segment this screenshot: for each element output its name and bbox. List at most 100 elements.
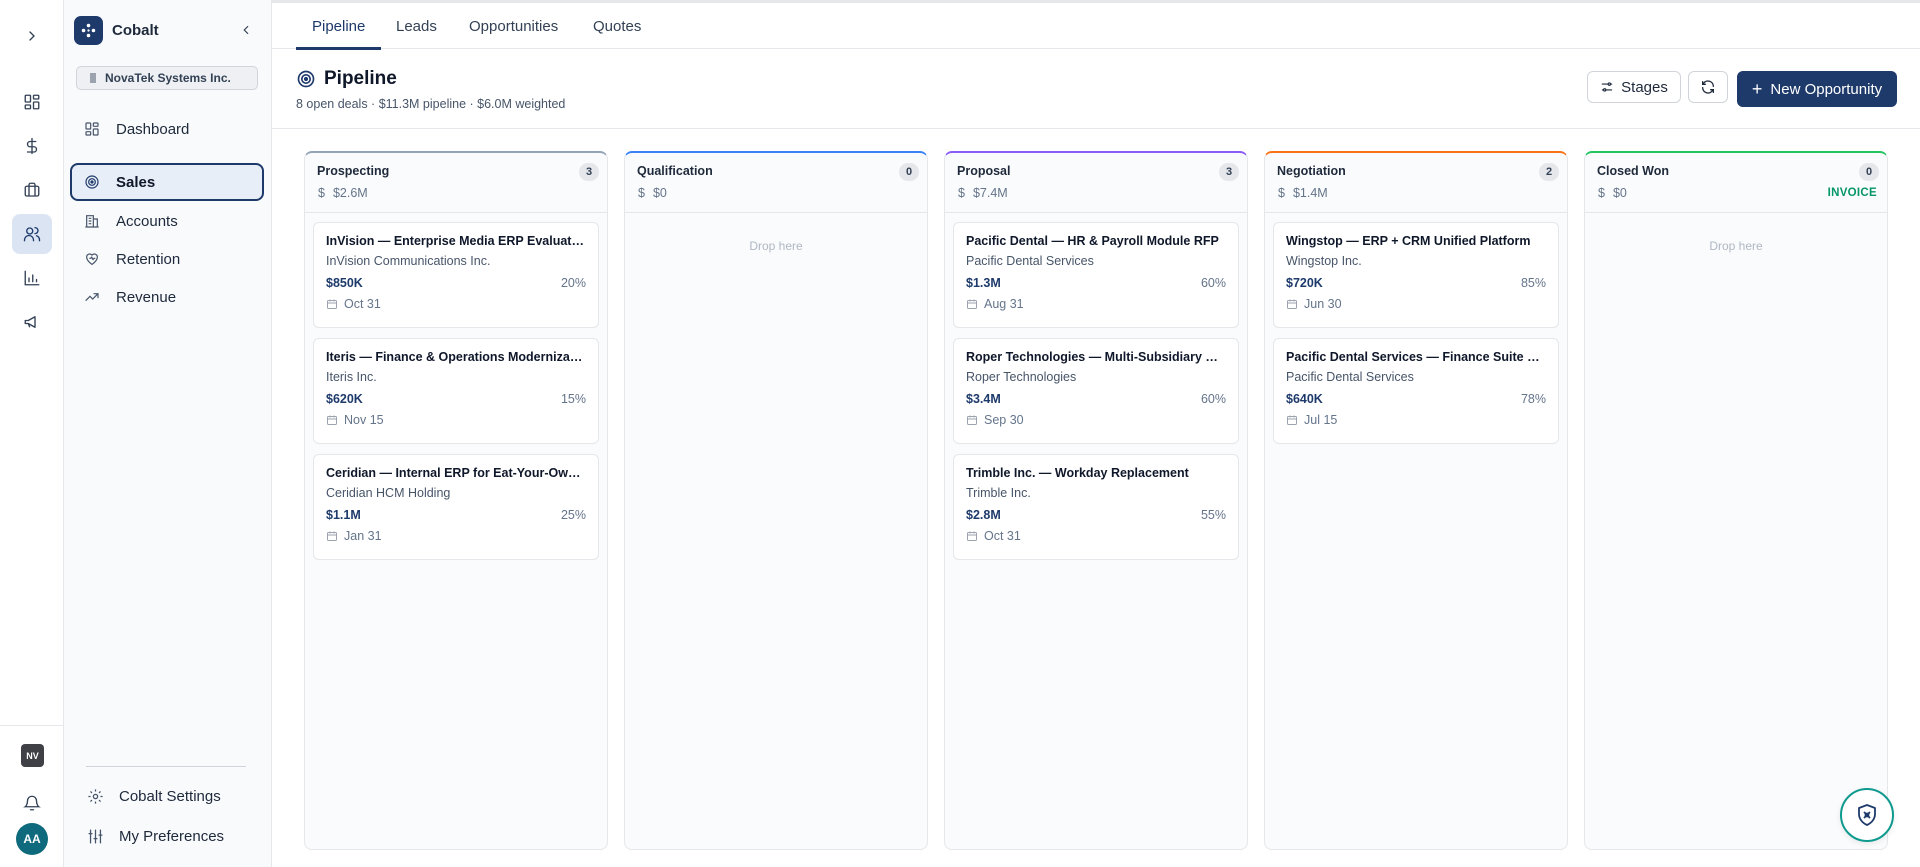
deal-close-date: Oct 31 [344, 297, 381, 311]
workspace-badge[interactable]: NV [21, 744, 44, 767]
column-amount-value: $7.4M [972, 186, 1008, 200]
column-header: Proposal 3 $ $7.4M [945, 153, 1247, 213]
deal-card[interactable]: Pacific Dental — HR & Payroll Module RFP… [953, 222, 1239, 328]
deal-title: InVision — Enterprise Media ERP Evaluati… [326, 234, 586, 248]
column-title: Proposal [957, 164, 1011, 178]
column-amount: $ $0 [1598, 186, 1627, 200]
tab-leads[interactable]: Leads [396, 3, 437, 49]
deal-card[interactable]: Ceridian — Internal ERP for Eat-Your-Own… [313, 454, 599, 560]
column-count-badge: 0 [899, 163, 919, 181]
brand[interactable]: Cobalt [74, 16, 159, 45]
plus-icon: + [1751, 79, 1763, 99]
column-amount: $ $7.4M [958, 186, 1008, 200]
deal-title: Pacific Dental Services — Finance Suite … [1286, 350, 1546, 364]
column-count-badge: 2 [1539, 163, 1559, 181]
my-preferences-label: My Preferences [119, 827, 225, 845]
tab-bar: Pipeline Leads Opportunities Quotes [272, 3, 1920, 50]
sidebar-item-retention[interactable]: Retention [70, 240, 264, 278]
column-title: Prospecting [317, 164, 390, 178]
sidebar-item-dashboard[interactable]: Dashboard [70, 110, 264, 148]
rail-dollar-icon[interactable] [12, 126, 52, 166]
deal-title: Pacific Dental — HR & Payroll Module RFP [966, 234, 1219, 248]
my-preferences-link[interactable]: My Preferences [86, 827, 224, 845]
column-amount: $ $0 [638, 186, 667, 200]
sidebar-item-label: Sales [116, 173, 156, 191]
column-title: Qualification [637, 164, 713, 178]
gear-icon [86, 787, 104, 805]
deal-amount: $1.1M [326, 508, 361, 522]
column-amount: $ $1.4M [1278, 186, 1328, 200]
dashboard-icon [83, 120, 101, 138]
deal-company: Pacific Dental Services [966, 254, 1094, 268]
deal-close-date: Nov 15 [344, 413, 384, 427]
user-avatar[interactable]: AA [16, 823, 48, 855]
tab-opportunities[interactable]: Opportunities [469, 3, 558, 49]
deal-company: Ceridian HCM Holding [326, 486, 451, 500]
deal-probability: 60% [1200, 276, 1226, 290]
deal-probability: 60% [1200, 392, 1226, 406]
deal-card[interactable]: Pacific Dental Services — Finance Suite … [1273, 338, 1559, 444]
column-title: Negotiation [1277, 164, 1346, 178]
assistant-shield-button[interactable] [1840, 788, 1894, 842]
secondary-sidebar: Cobalt NovaTek Systems Inc. Dashboard Sa… [64, 0, 272, 867]
deal-close-date: Sep 30 [984, 413, 1024, 427]
dollar-icon: $ [638, 186, 645, 200]
deal-card[interactable]: Roper Technologies — Multi-Subsidiary ER… [953, 338, 1239, 444]
rail-dashboard-grid-icon[interactable] [12, 82, 52, 122]
org-selector[interactable]: NovaTek Systems Inc. [76, 66, 258, 90]
deal-close-date: Oct 31 [984, 529, 1021, 543]
deal-title: Ceridian — Internal ERP for Eat-Your-Own… [326, 466, 586, 480]
rail-bar-chart-icon[interactable] [12, 258, 52, 298]
cobalt-settings-link[interactable]: Cobalt Settings [86, 787, 221, 805]
trending-up-icon [83, 288, 101, 306]
rail-users-icon[interactable] [12, 214, 52, 254]
sidebar-item-revenue[interactable]: Revenue [70, 278, 264, 316]
deal-probability: 55% [1200, 508, 1226, 522]
deal-probability: 78% [1520, 392, 1546, 406]
column-title: Closed Won [1597, 164, 1669, 178]
calendar-icon [966, 298, 978, 310]
expand-chevron-icon[interactable] [18, 22, 46, 50]
deal-close-date: Jul 15 [1304, 413, 1338, 427]
sidebar-item-label: Revenue [116, 288, 177, 306]
collapse-sidebar-icon[interactable] [236, 20, 256, 40]
deal-title: Roper Technologies — Multi-Subsidiary ER… [966, 350, 1226, 364]
dollar-icon: $ [1598, 186, 1605, 200]
refresh-button[interactable] [1688, 71, 1728, 103]
deal-card[interactable]: InVision — Enterprise Media ERP Evaluati… [313, 222, 599, 328]
deal-probability: 20% [560, 276, 586, 290]
rail-megaphone-icon[interactable] [12, 302, 52, 342]
deal-amount: $3.4M [966, 392, 1001, 406]
deal-card[interactable]: Trimble Inc. — Workday Replacement Trimb… [953, 454, 1239, 560]
new-opportunity-label: New Opportunity [1770, 80, 1883, 98]
sidebar-item-sales[interactable]: Sales [70, 163, 264, 201]
drop-zone[interactable]: Drop here [625, 239, 927, 253]
rail-briefcase-icon[interactable] [12, 170, 52, 210]
pipeline-summary: 8 open deals · $11.3M pipeline · $6.0M w… [296, 97, 566, 111]
invoice-link[interactable]: INVOICE [1828, 187, 1877, 199]
deal-company: Roper Technologies [966, 370, 1077, 384]
tab-quotes[interactable]: Quotes [593, 3, 641, 49]
sliders-icon [86, 827, 104, 845]
org-name: NovaTek Systems Inc. [105, 71, 231, 85]
bell-icon[interactable] [20, 791, 44, 815]
sidebar-item-accounts[interactable]: Accounts [70, 202, 264, 240]
tab-label: Pipeline [312, 17, 366, 35]
column-count-badge: 3 [579, 163, 599, 181]
deal-company: InVision Communications Inc. [326, 254, 491, 268]
stages-button[interactable]: Stages [1587, 71, 1681, 103]
calendar-icon [326, 298, 338, 310]
deal-company: Wingstop Inc. [1286, 254, 1362, 268]
deal-card[interactable]: Wingstop — ERP + CRM Unified Platform Wi… [1273, 222, 1559, 328]
shield-icon [1855, 803, 1879, 827]
new-opportunity-button[interactable]: + New Opportunity [1737, 71, 1897, 107]
tab-pipeline[interactable]: Pipeline [296, 3, 382, 50]
sliders-icon [1600, 80, 1614, 94]
sidebar-item-label: Accounts [116, 212, 178, 230]
sidebar-item-label: Retention [116, 250, 181, 268]
building-icon [87, 72, 99, 84]
stage-column-negotiation: Negotiation 2 $ $1.4M Wingstop — ERP + CR… [1264, 151, 1568, 850]
drop-zone[interactable]: Drop here [1585, 239, 1887, 253]
deal-card[interactable]: Iteris — Finance & Operations Modernizat… [313, 338, 599, 444]
tab-label: Leads [396, 17, 437, 35]
